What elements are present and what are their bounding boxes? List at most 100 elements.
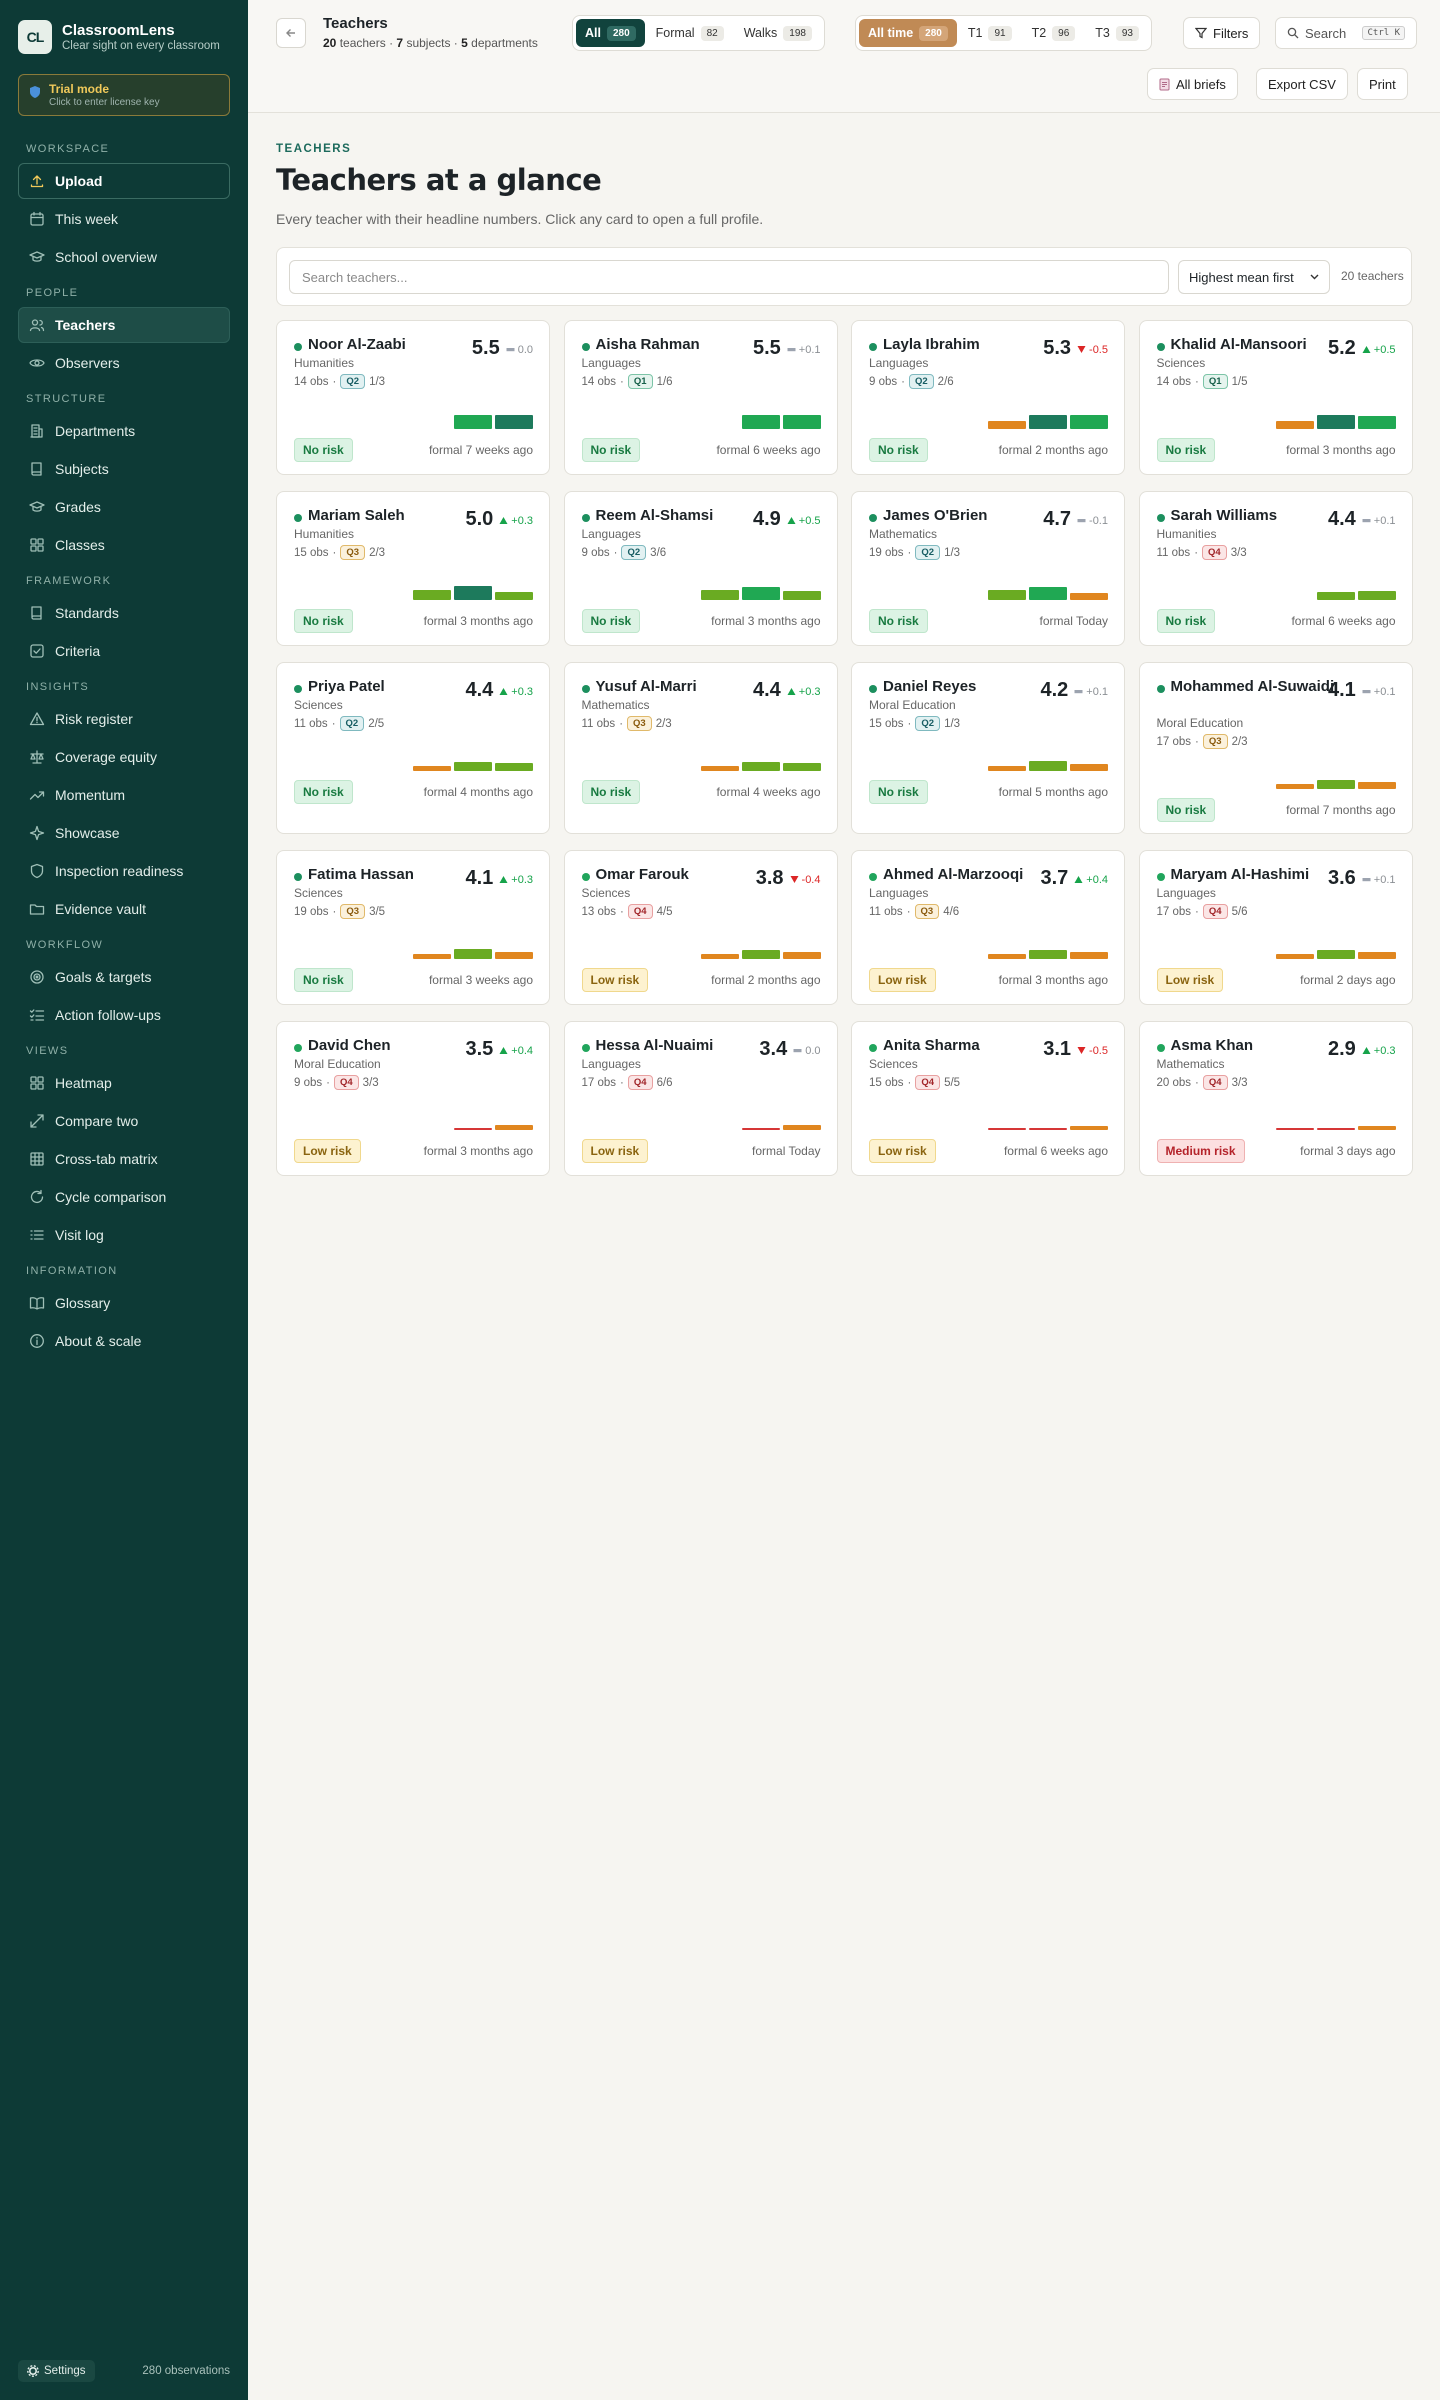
teacher-meta: 15 obs · Q3 2/3 <box>294 545 385 560</box>
trend-bar <box>454 1128 492 1130</box>
segment-count-badge: 280 <box>919 25 948 41</box>
sidebar-item-upload[interactable]: Upload <box>18 163 230 199</box>
teacher-card[interactable]: Khalid Al-Mansoori Sciences 14 obs · Q1 1/5 5.… <box>1138 320 1413 475</box>
observation-count: 11 obs <box>581 717 616 730</box>
teacher-card[interactable]: Priya Patel Sciences 11 obs · Q2 2/5 4.4 +0.3 No… <box>276 662 550 834</box>
teacher-card[interactable]: Sarah Williams Humanities 11 obs · Q4 3/3 4.4 +… <box>1138 491 1413 646</box>
sidebar-item-classes[interactable]: Classes <box>18 527 230 563</box>
type-filter-walks[interactable]: Walks 198 <box>735 19 821 47</box>
term-filter-t3[interactable]: T3 93 <box>1086 19 1148 47</box>
sidebar-item-standards[interactable]: Standards <box>18 595 230 631</box>
term-filter-all-time[interactable]: All time 280 <box>859 19 957 47</box>
sidebar-item-cycle-comparison[interactable]: Cycle comparison <box>18 1179 230 1215</box>
teacher-meta: 11 obs · Q2 2/5 <box>294 716 384 731</box>
type-filter-formal[interactable]: Formal 82 <box>647 19 733 47</box>
teacher-name: Anita Sharma <box>883 1037 980 1054</box>
quartile-badge: Q4 <box>627 1075 653 1090</box>
teacher-card[interactable]: Daniel Reyes Moral Education 15 obs · Q2 1/3 4… <box>851 662 1125 834</box>
delta-value: -0.5 <box>1089 343 1108 356</box>
filters-button[interactable]: Filters <box>1183 17 1261 49</box>
type-filter-all[interactable]: All 280 <box>576 19 645 47</box>
term-filter-t1[interactable]: T1 91 <box>959 19 1021 47</box>
trend-bar <box>1070 763 1108 771</box>
search-button[interactable]: Search Ctrl K <box>1275 17 1417 49</box>
teacher-card[interactable]: Anita Sharma Sciences 15 obs · Q4 5/5 3.1 -0.5 L… <box>851 1021 1125 1176</box>
trial-mode-banner[interactable]: Trial mode Click to enter license key <box>18 74 230 116</box>
sidebar-item-teachers[interactable]: Teachers <box>18 307 230 343</box>
quartile-badge: Q4 <box>915 1075 941 1090</box>
sidebar-item-observers[interactable]: Observers <box>18 345 230 381</box>
brand[interactable]: CL ClassroomLens Clear sight on every cl… <box>0 0 248 54</box>
sidebar-item-visit-log[interactable]: Visit log <box>18 1217 230 1253</box>
sidebar-item-coverage-equity[interactable]: Coverage equity <box>18 739 230 775</box>
term-filter-t2[interactable]: T2 96 <box>1023 19 1085 47</box>
trend-bars <box>1216 409 1396 429</box>
sidebar-item-school-overview[interactable]: School overview <box>18 239 230 275</box>
sidebar-item-momentum[interactable]: Momentum <box>18 777 230 813</box>
teacher-filter-bar: Highest mean first 20 teachers <box>276 247 1412 306</box>
sidebar-item-heatmap[interactable]: Heatmap <box>18 1065 230 1101</box>
teacher-card[interactable]: Maryam Al-Hashimi Languages 17 obs · Q4 5/6 3.… <box>1138 850 1413 1005</box>
page-eyebrow: TEACHERS <box>276 143 352 155</box>
page-description: Every teacher with their headline number… <box>276 211 764 227</box>
sidebar-item-departments[interactable]: Departments <box>18 413 230 449</box>
sort-select[interactable]: Highest mean first <box>1178 260 1330 294</box>
teacher-card[interactable]: Hessa Al-Nuaimi Languages 17 obs · Q4 6/6 3.4 0… <box>563 1021 838 1176</box>
teacher-card[interactable]: James O'Brien Mathematics 19 obs · Q2 1/3 4.7 -… <box>851 491 1125 646</box>
sidebar-item-showcase[interactable]: Showcase <box>18 815 230 851</box>
teacher-card[interactable]: Yusuf Al-Marri Mathematics 11 obs · Q3 2/3 4.4… <box>563 662 838 834</box>
teacher-card[interactable]: Omar Farouk Sciences 13 obs · Q4 4/5 3.8 -0.4 Lo… <box>563 850 838 1005</box>
sidebar-item-compare-two[interactable]: Compare two <box>18 1103 230 1139</box>
teacher-card[interactable]: Mariam Saleh Humanities 15 obs · Q3 2/3 5.0 +0.… <box>276 491 550 646</box>
teacher-card[interactable]: Fatima Hassan Sciences 19 obs · Q3 3/5 4.1 +0.3… <box>276 850 550 1005</box>
teacher-name: Mariam Saleh <box>308 507 405 524</box>
sidebar-item-action-follow-ups[interactable]: Action follow-ups <box>18 997 230 1033</box>
teacher-meta: 14 obs · Q2 1/3 <box>294 374 385 389</box>
sidebar-item-glossary[interactable]: Glossary <box>18 1285 230 1321</box>
sidebar-item-subjects[interactable]: Subjects <box>18 451 230 487</box>
sidebar-item-criteria[interactable]: Criteria <box>18 633 230 669</box>
teacher-card[interactable]: Asma Khan Mathematics 20 obs · Q4 3/3 2.9 +0.3 M… <box>1138 1021 1413 1176</box>
print-button[interactable]: Print <box>1357 68 1408 100</box>
teacher-meta: 9 obs · Q4 3/3 <box>294 1075 379 1090</box>
gear-icon <box>27 2365 39 2377</box>
segment-count-badge: 96 <box>1052 25 1076 41</box>
scale-icon <box>30 750 44 764</box>
trend-bar <box>454 949 492 959</box>
teacher-card[interactable]: Mohammed Al-Suwaidi Moral Education 17 obs… <box>1138 662 1413 834</box>
sidebar-item-grades[interactable]: Grades <box>18 489 230 525</box>
teacher-search-input[interactable] <box>289 260 1169 294</box>
teacher-meta: 11 obs · Q4 3/3 <box>1157 545 1247 560</box>
teacher-card[interactable]: Layla Ibrahim Languages 9 obs · Q2 2/6 5.3 -0.5… <box>851 320 1125 475</box>
nav-section-heading: VIEWS <box>26 1045 69 1057</box>
teacher-meta: 19 obs · Q3 3/5 <box>294 904 385 919</box>
trend-bar <box>1070 592 1108 600</box>
sidebar-nav: WORKSPACE Upload This week School overview P… <box>0 137 248 1359</box>
sidebar-item-goals-targets[interactable]: Goals & targets <box>18 959 230 995</box>
settings-button[interactable]: Settings <box>18 2360 95 2382</box>
teacher-card[interactable]: Ahmed Al-Marzooqi Languages 11 obs · Q3 4/6 3.… <box>851 850 1125 1005</box>
arrow-up-icon <box>499 1047 508 1054</box>
department-rank: 5/6 <box>1231 905 1248 918</box>
score-delta: +0.1 <box>787 344 821 356</box>
mean-score: 4.1 <box>1327 679 1356 701</box>
calendar-icon <box>30 211 44 226</box>
back-button[interactable] <box>276 18 306 48</box>
sidebar-item-about-scale[interactable]: About & scale <box>18 1323 230 1359</box>
score-delta: +0.1 <box>1074 686 1108 698</box>
trend-bar <box>1316 415 1355 429</box>
teacher-meta: 20 obs · Q4 3/3 <box>1157 1075 1248 1090</box>
teacher-card[interactable]: Aisha Rahman Languages 14 obs · Q1 1/6 5.5 +0.1… <box>563 320 838 475</box>
teacher-card[interactable]: Reem Al-Shamsi Languages 9 obs · Q2 3/6 4.9 +0.… <box>563 491 838 646</box>
sidebar-item-inspection-readiness[interactable]: Inspection readiness <box>18 853 230 889</box>
all-briefs-button[interactable]: All briefs <box>1147 68 1238 100</box>
sidebar-item-cross-tab-matrix[interactable]: Cross-tab matrix <box>18 1141 230 1177</box>
last-observed: formal Today <box>1039 614 1108 628</box>
teacher-card[interactable]: David Chen Moral Education 9 obs · Q4 3/3 3.5 +… <box>276 1021 550 1176</box>
sidebar-item-evidence-vault[interactable]: Evidence vault <box>18 891 230 927</box>
export-csv-button[interactable]: Export CSV <box>1256 68 1348 100</box>
sidebar-item-risk-register[interactable]: Risk register <box>18 701 230 737</box>
sidebar-item-this-week[interactable]: This week <box>18 201 230 237</box>
teacher-card[interactable]: Noor Al-Zaabi Humanities 14 obs · Q2 1/3 5.5 0.… <box>276 320 550 475</box>
score-delta: 0.0 <box>793 1045 821 1057</box>
